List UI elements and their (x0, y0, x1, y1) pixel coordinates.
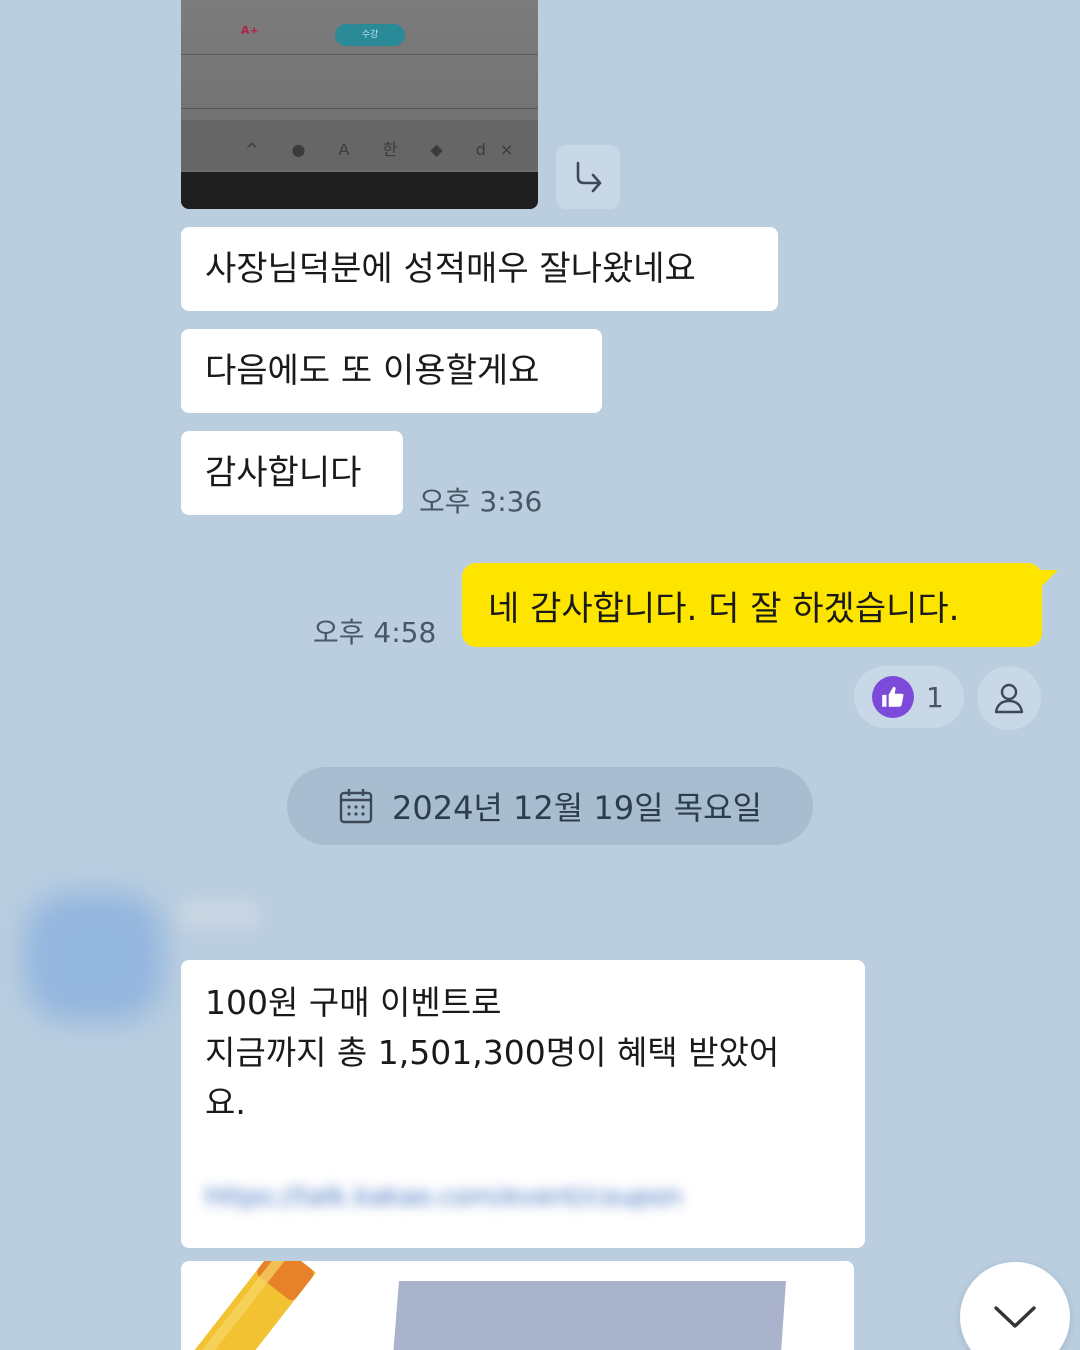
message-text: 다음에도 또 이용할게요 (205, 351, 540, 391)
received-message-bubble[interactable]: 감사합니다 (181, 431, 403, 515)
event-line: 요. (205, 1083, 246, 1122)
share-arrow-icon (576, 161, 602, 193)
pencil-illustration (185, 1261, 786, 1350)
message-text: 네 감사합니다. 더 잘 하겠습니다. (488, 588, 960, 629)
photo-divider (181, 54, 538, 55)
event-line: 100원 구매 이벤트로 (205, 983, 502, 1022)
event-text: 100원 구매 이벤트로 지금까지 총 1,501,300명이 혜택 받았어 요… (205, 978, 845, 1128)
reaction-user-button[interactable] (977, 666, 1041, 730)
message-text: 사장님덕분에 성적매우 잘나왔네요 (205, 249, 696, 289)
calendar-icon (339, 789, 373, 824)
photo-message[interactable]: A+ 수강 ^ ● A 한 ◆ d× ● (181, 0, 538, 209)
reaction-badge[interactable]: 1 (854, 666, 964, 728)
chevron-down-icon (994, 1306, 1036, 1328)
date-separator: 2024년 12월 19일 목요일 (287, 767, 813, 845)
message-text: 감사합니다 (205, 453, 362, 493)
photo-tray-icons: ^ ● A 한 ◆ d× ● (245, 140, 538, 159)
thumbs-up-icon (872, 676, 914, 718)
sent-timestamp: 오후 4:58 (313, 616, 437, 649)
photo-grade-text: A+ (241, 24, 259, 37)
scroll-down-button[interactable] (960, 1262, 1070, 1350)
event-line: 지금까지 총 1,501,300명이 혜택 받았어 (205, 1033, 780, 1072)
avatar[interactable] (24, 892, 164, 1022)
received-timestamp: 오후 3:36 (419, 485, 543, 518)
sent-message-bubble[interactable]: 네 감사합니다. 더 잘 하겠습니다. (462, 563, 1042, 647)
share-button[interactable] (556, 145, 620, 209)
reaction-count: 1 (926, 680, 944, 714)
photo-divider (181, 108, 538, 109)
received-message-bubble[interactable]: 다음에도 또 이용할게요 (181, 329, 602, 413)
chat-room: A+ 수강 ^ ● A 한 ◆ d× ● 사장님덕분에 성적매우 잘나왔네요 다… (0, 0, 1080, 1350)
event-link[interactable]: https://talk.kakao.com/event/coupon (205, 1182, 835, 1212)
photo-pill: 수강 (335, 24, 405, 46)
event-message-card[interactable]: 100원 구매 이벤트로 지금까지 총 1,501,300명이 혜택 받았어 요… (181, 960, 865, 1248)
image-card[interactable] (181, 1261, 854, 1350)
received-message-bubble[interactable]: 사장님덕분에 성적매우 잘나왔네요 (181, 227, 778, 311)
date-text: 2024년 12월 19일 목요일 (391, 789, 763, 827)
person-icon (994, 683, 1024, 714)
sender-name (180, 900, 260, 930)
photo-bezel (181, 172, 538, 209)
